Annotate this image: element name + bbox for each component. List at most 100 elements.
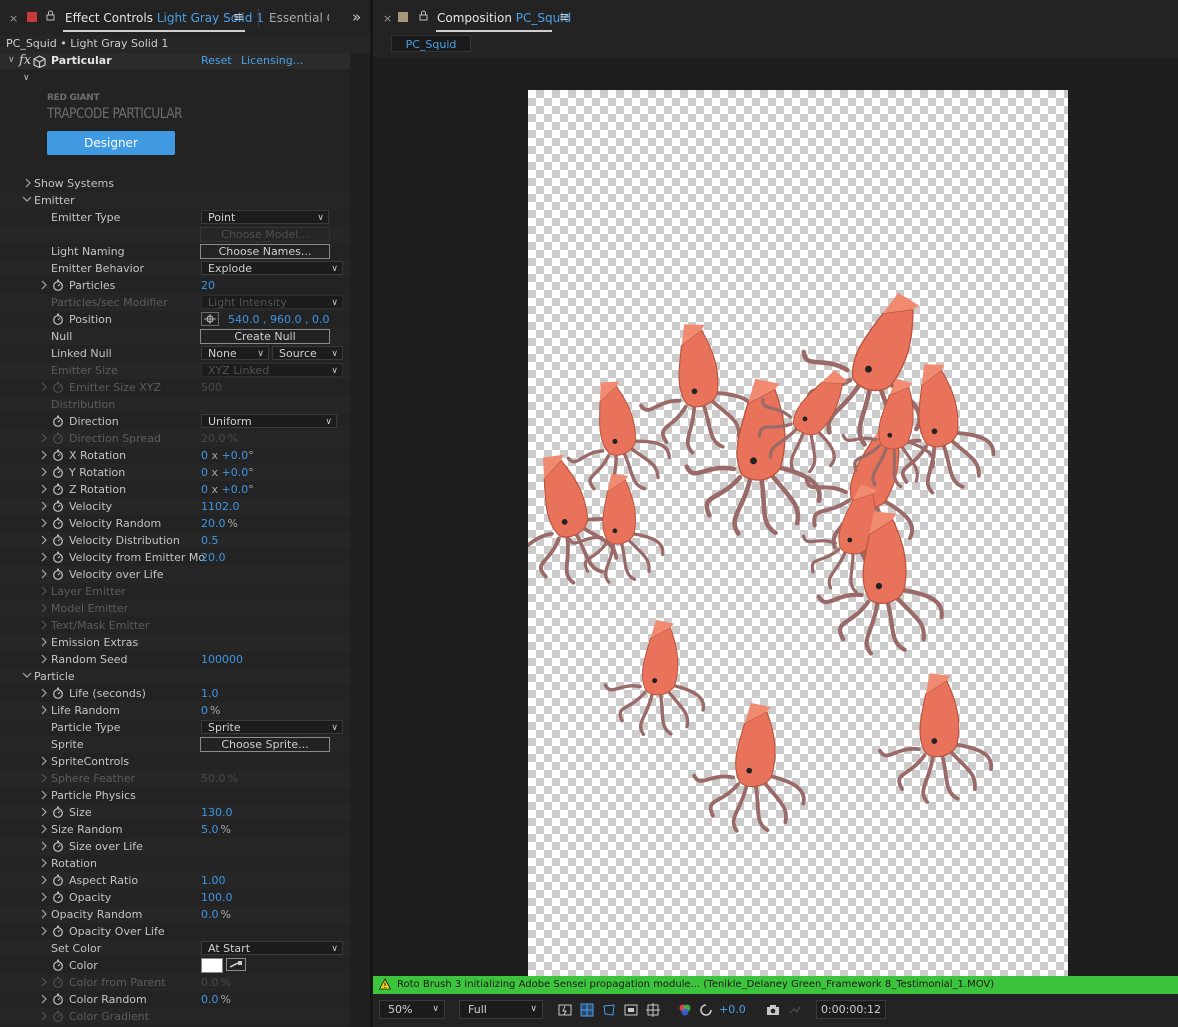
rotation-value[interactable]: 0 x +0.0° bbox=[201, 466, 254, 479]
snapshot-camera-icon[interactable] bbox=[766, 1003, 780, 1017]
stopwatch-icon[interactable] bbox=[52, 959, 64, 971]
scrollbar[interactable] bbox=[350, 53, 370, 1027]
expand-arrow-icon[interactable] bbox=[40, 382, 48, 392]
rotation-value[interactable]: 0 x +0.0° bbox=[201, 449, 254, 462]
param-row-position[interactable]: Position 540.0 , 960.0 , 0.0 bbox=[0, 311, 350, 328]
param-row-rotation[interactable]: Rotation bbox=[0, 855, 350, 872]
param-row-sphere-feather[interactable]: Sphere Feather 50.0% bbox=[0, 770, 350, 787]
param-value[interactable]: 100000 bbox=[201, 653, 243, 666]
param-row-opacity-random[interactable]: Opacity Random 0.0% bbox=[0, 906, 350, 923]
stopwatch-icon[interactable] bbox=[52, 568, 64, 580]
param-dropdown[interactable]: Light Intensity ∨ bbox=[201, 295, 343, 309]
stopwatch-icon[interactable] bbox=[52, 925, 64, 937]
param-row-null[interactable]: Null Create Null bbox=[0, 328, 350, 345]
position-value[interactable]: 540.0 , 960.0 , 0.0 bbox=[228, 313, 329, 326]
expand-arrow-icon[interactable] bbox=[40, 467, 48, 477]
expand-arrow-icon[interactable] bbox=[40, 756, 48, 766]
param-value[interactable]: 1.0 bbox=[201, 687, 219, 700]
param-button[interactable]: Choose Model... bbox=[200, 227, 330, 242]
expand-arrow-icon[interactable] bbox=[40, 637, 48, 647]
param-row-aspect-ratio[interactable]: Aspect Ratio 1.00 bbox=[0, 872, 350, 889]
fx-icon[interactable]: fx bbox=[19, 53, 31, 68]
effect-collapse-arrow-icon[interactable]: ∨ bbox=[8, 55, 15, 65]
param-row-color[interactable]: Color bbox=[0, 957, 350, 974]
param-row-linked-null[interactable]: Linked Null None ∨ Source ∨ bbox=[0, 345, 350, 362]
position-crosshair-icon[interactable] bbox=[201, 312, 219, 326]
param-value[interactable]: 20.0 bbox=[201, 551, 226, 564]
expand-arrow-icon[interactable] bbox=[40, 977, 48, 987]
stopwatch-icon[interactable] bbox=[52, 976, 64, 988]
stopwatch-icon[interactable] bbox=[52, 993, 64, 1005]
param-value[interactable]: 20.0% bbox=[201, 517, 238, 530]
grid-guides-icon[interactable] bbox=[646, 1003, 660, 1017]
transparency-grid-icon[interactable] bbox=[580, 1003, 594, 1017]
param-value[interactable]: 0.5 bbox=[201, 534, 219, 547]
expand-arrow-icon[interactable] bbox=[40, 909, 48, 919]
param-value[interactable]: 500 bbox=[201, 381, 222, 394]
param-row-light-naming[interactable]: Light Naming Choose Names... bbox=[0, 243, 350, 260]
param-row-emission-extras[interactable]: Emission Extras bbox=[0, 634, 350, 651]
composition-viewer[interactable] bbox=[373, 57, 1178, 997]
stopwatch-icon[interactable] bbox=[52, 874, 64, 886]
param-row-particle-type[interactable]: Particle Type Sprite ∨ bbox=[0, 719, 350, 736]
expand-arrow-icon[interactable] bbox=[40, 501, 48, 511]
param-row-direction-spread[interactable]: Direction Spread 20.0% bbox=[0, 430, 350, 447]
expand-arrow-icon[interactable] bbox=[40, 433, 48, 443]
expand-arrow-icon[interactable] bbox=[40, 841, 48, 851]
param-row-color-gradient[interactable]: Color Gradient bbox=[0, 1008, 350, 1025]
channel-rgb-icon[interactable] bbox=[678, 1003, 692, 1017]
param-dropdown[interactable]: Point ∨ bbox=[201, 210, 329, 224]
param-row-emitter[interactable]: Emitter bbox=[0, 192, 350, 209]
param-row-color-random[interactable]: Color Random 0.0% bbox=[0, 991, 350, 1008]
param-row-layer-emitter[interactable]: Layer Emitter bbox=[0, 583, 350, 600]
mask-visibility-icon[interactable] bbox=[602, 1003, 616, 1017]
fast-previews-icon[interactable] bbox=[558, 1003, 572, 1017]
param-row-y-rotation[interactable]: Y Rotation 0 x +0.0° bbox=[0, 464, 350, 481]
param-row-random-seed[interactable]: Random Seed 100000 bbox=[0, 651, 350, 668]
stopwatch-icon[interactable] bbox=[52, 891, 64, 903]
expand-arrow-icon[interactable] bbox=[40, 892, 48, 902]
stopwatch-icon[interactable] bbox=[52, 500, 64, 512]
param-value[interactable]: 100.0 bbox=[201, 891, 233, 904]
param-button[interactable]: Choose Names... bbox=[200, 244, 330, 259]
param-row-model-emitter[interactable]: Model Emitter bbox=[0, 600, 350, 617]
param-value[interactable]: 1102.0 bbox=[201, 500, 240, 513]
param-button[interactable]: Create Null bbox=[200, 329, 330, 344]
param-dropdown[interactable]: Uniform ∨ bbox=[201, 414, 337, 428]
param-row-set-color[interactable]: Set Color At Start ∨ bbox=[0, 940, 350, 957]
expand-arrow-icon[interactable] bbox=[40, 484, 48, 494]
param-row-velocity-distribution[interactable]: Velocity Distribution 0.5 bbox=[0, 532, 350, 549]
param-button[interactable]: Choose Sprite... bbox=[200, 737, 330, 752]
close-comp-tab-icon[interactable]: × bbox=[383, 12, 392, 25]
param-value[interactable]: 0.0% bbox=[201, 908, 231, 921]
param-row-color-from-parent[interactable]: Color from Parent 0.0% bbox=[0, 974, 350, 991]
expand-arrow-icon[interactable] bbox=[40, 620, 48, 630]
current-time-display[interactable]: 0:00:00:12 bbox=[816, 1000, 886, 1019]
param-row-blank[interactable]: Choose Model... bbox=[0, 226, 350, 243]
stopwatch-icon[interactable] bbox=[52, 313, 64, 325]
param-row-text-mask-emitter[interactable]: Text/Mask Emitter bbox=[0, 617, 350, 634]
param-row-size-random[interactable]: Size Random 5.0% bbox=[0, 821, 350, 838]
stopwatch-icon[interactable] bbox=[52, 279, 64, 291]
param-row-spritecontrols[interactable]: SpriteControls bbox=[0, 753, 350, 770]
expand-arrow-icon[interactable] bbox=[40, 603, 48, 613]
linked-null-source-dropdown[interactable]: Source ∨ bbox=[272, 346, 343, 360]
stopwatch-icon[interactable] bbox=[52, 551, 64, 563]
param-dropdown[interactable]: Explode ∨ bbox=[201, 261, 343, 275]
param-dropdown[interactable]: XYZ Linked ∨ bbox=[201, 363, 343, 377]
expand-arrow-icon[interactable] bbox=[40, 858, 48, 868]
stopwatch-icon[interactable] bbox=[52, 840, 64, 852]
param-row-velocity-over-life[interactable]: Velocity over Life bbox=[0, 566, 350, 583]
resolution-dropdown[interactable]: Full ∨ bbox=[459, 1000, 543, 1019]
expand-arrow-icon[interactable] bbox=[40, 654, 48, 664]
stopwatch-icon[interactable] bbox=[52, 432, 64, 444]
param-row-velocity[interactable]: Velocity 1102.0 bbox=[0, 498, 350, 515]
param-row-life-random[interactable]: Life Random 0% bbox=[0, 702, 350, 719]
linked-null-dropdown[interactable]: None ∨ bbox=[201, 346, 269, 360]
param-row-size[interactable]: Size 130.0 bbox=[0, 804, 350, 821]
expand-arrow-icon[interactable] bbox=[40, 518, 48, 528]
branding-collapse-arrow-icon[interactable]: ∨ bbox=[23, 73, 30, 83]
param-row-x-rotation[interactable]: X Rotation 0 x +0.0° bbox=[0, 447, 350, 464]
param-value[interactable]: 0% bbox=[201, 704, 220, 717]
param-row-emitter-behavior[interactable]: Emitter Behavior Explode ∨ bbox=[0, 260, 350, 277]
